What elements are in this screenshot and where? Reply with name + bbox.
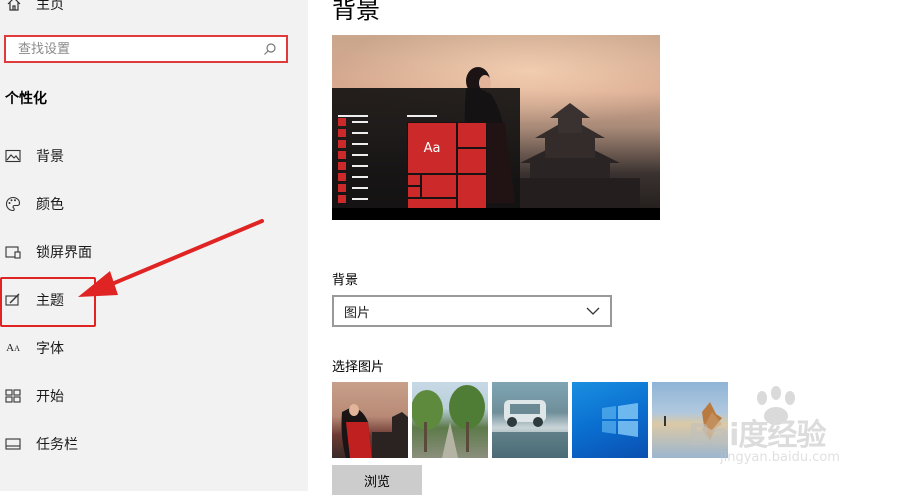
background-type-dropdown[interactable]: 图片 — [332, 295, 612, 327]
preview-start-menu: Aa — [332, 88, 520, 220]
thumbnail-2[interactable] — [412, 382, 488, 458]
picture-icon — [5, 148, 21, 164]
home-nav-item[interactable]: 主页 — [6, 0, 64, 14]
sidebar-item-label: 开始 — [36, 389, 64, 405]
castle-silhouette — [500, 103, 640, 220]
preview-tile-aa: Aa — [407, 122, 457, 174]
taskbar-icon — [5, 436, 21, 452]
home-icon — [6, 0, 22, 12]
thumbnail-1[interactable] — [332, 382, 408, 458]
font-icon: AA — [6, 342, 20, 354]
dropdown-value: 图片 — [344, 305, 371, 321]
sidebar-item-colors[interactable]: 颜色 — [0, 192, 300, 216]
sidebar-item-background[interactable]: 背景 — [0, 144, 300, 168]
start-icon — [5, 388, 21, 404]
preview-taskbar — [332, 208, 660, 220]
search-box[interactable] — [4, 35, 288, 63]
palette-icon — [5, 196, 21, 212]
sidebar-item-label: 颜色 — [36, 197, 64, 213]
sidebar-item-label: 任务栏 — [36, 437, 78, 453]
watermark-sub: jingyan.baidu.com — [720, 450, 840, 465]
search-icon[interactable] — [260, 42, 280, 56]
sidebar-item-label: 字体 — [36, 341, 64, 357]
sidebar-item-label: 背景 — [36, 149, 64, 165]
background-type-label: 背景 — [332, 273, 359, 288]
thumbnail-3[interactable] — [492, 382, 568, 458]
watermark-main: Bai度经验 — [688, 418, 826, 453]
search-input[interactable] — [16, 40, 260, 58]
background-preview: Aa — [332, 35, 660, 220]
baidu-watermark: Bai度经验 jingyan.baidu.com — [688, 386, 858, 470]
page-title: 背景 — [332, 0, 380, 24]
section-title: 个性化 — [5, 91, 47, 107]
annotation-arrow-icon — [78, 219, 264, 297]
preview-tiles: Aa — [407, 122, 487, 212]
choose-picture-label: 选择图片 — [332, 360, 385, 375]
lock-screen-icon — [5, 244, 21, 260]
sidebar-item-taskbar[interactable]: 任务栏 — [0, 432, 300, 456]
thumbnail-4[interactable] — [572, 382, 648, 458]
sidebar-item-fonts[interactable]: AA 字体 — [0, 336, 300, 360]
picture-thumbnails — [332, 382, 728, 458]
home-label: 主页 — [36, 0, 64, 13]
chevron-down-icon — [586, 304, 600, 319]
sidebar-item-start[interactable]: 开始 — [0, 384, 300, 408]
